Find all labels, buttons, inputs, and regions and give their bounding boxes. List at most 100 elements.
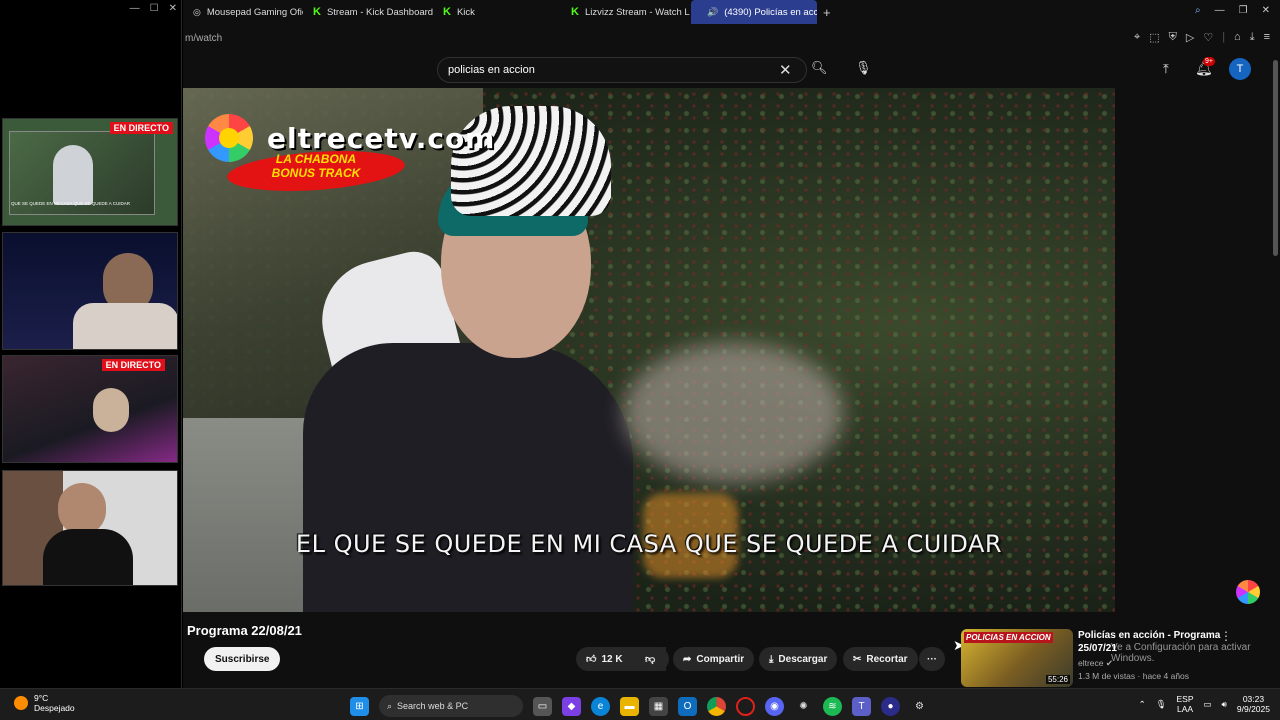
copilot-icon[interactable]: ◆ bbox=[562, 696, 581, 716]
close-icon[interactable]: ✕ bbox=[1262, 5, 1270, 16]
restore-icon[interactable]: ❐ bbox=[1239, 5, 1248, 16]
stream-overlay-panel: — ☐ ✕ QUE SE QUEDE EN MI CASA QUE SE QUE… bbox=[0, 0, 182, 688]
address-bar[interactable]: m/watch bbox=[183, 24, 1280, 52]
subscribe-button[interactable]: Suscribirse bbox=[204, 647, 281, 671]
share-icon: ➦ bbox=[683, 653, 692, 665]
weather-widget[interactable]: 9°C Despejado bbox=[14, 693, 75, 713]
screenshot-icon[interactable]: ⬚ bbox=[1149, 31, 1159, 44]
account-avatar[interactable]: T bbox=[1229, 58, 1251, 80]
file-explorer-icon[interactable]: ▬ bbox=[620, 696, 639, 716]
close-icon[interactable]: ✕ bbox=[169, 3, 177, 14]
discord-icon[interactable]: ◉ bbox=[765, 696, 784, 716]
banner-line-1: LA CHABONA bbox=[275, 152, 357, 166]
microphone-icon[interactable]: 🎙︎ bbox=[1156, 699, 1167, 710]
person-jacket bbox=[303, 343, 633, 612]
video-duration: 55:26 bbox=[1045, 675, 1070, 684]
pin-icon[interactable]: ⌖ bbox=[1134, 31, 1140, 44]
opera-icon[interactable] bbox=[736, 696, 755, 716]
minimize-icon[interactable]: — bbox=[130, 3, 140, 14]
download-icon: ⤓ bbox=[769, 653, 774, 665]
search-icon[interactable]: 🔍︎ bbox=[811, 60, 828, 76]
verified-icon: ✔ bbox=[1105, 658, 1114, 668]
outlook-icon[interactable]: O bbox=[678, 696, 697, 716]
window-controls[interactable]: — ☐ ✕ bbox=[130, 3, 177, 14]
recommended-thumbnail[interactable]: POLICIAS EN ACCION 55:26 bbox=[961, 629, 1073, 687]
maximize-icon[interactable]: ☐ bbox=[150, 3, 159, 14]
thumbnail-label: POLICIAS EN ACCION bbox=[964, 632, 1053, 643]
obs-icon[interactable]: ● bbox=[881, 696, 900, 716]
download-icon[interactable]: ⤓ bbox=[1250, 31, 1255, 44]
speaker-icon[interactable]: 🔊 bbox=[707, 7, 718, 18]
eltrece-corner-icon bbox=[1236, 580, 1260, 604]
video-player[interactable]: eltrecetv.com LA CHABONA BONUS TRACK EL … bbox=[183, 88, 1115, 612]
streamer-3-body bbox=[43, 529, 133, 585]
recommended-stats: 1.3 M de vistas · hace 4 años bbox=[1078, 671, 1190, 681]
logo-text: eltrecetv.com bbox=[267, 122, 496, 155]
search-input[interactable]: policias en accion bbox=[437, 57, 807, 83]
store-icon[interactable]: ▦ bbox=[649, 696, 668, 716]
browser-toolbar-icons: ⌖ ⬚ ⛨ ▷ ♡ | ⌂ ⤓ ≡ bbox=[1134, 31, 1270, 44]
search-query-text[interactable]: policias en accion bbox=[448, 64, 535, 76]
spotify-icon[interactable]: ≋ bbox=[823, 696, 842, 716]
tab-kick[interactable]: K Kick bbox=[433, 0, 561, 24]
upload-icon[interactable]: ⤒ bbox=[1163, 61, 1169, 77]
shield-icon[interactable]: ⛨ bbox=[1169, 31, 1177, 44]
taskbar-search-label: Search web & PC bbox=[397, 701, 469, 711]
search-tabs-icon[interactable]: ⌕ bbox=[1195, 5, 1201, 16]
browser-window-controls: ⌕ — ❐ ✕ bbox=[1195, 5, 1270, 16]
tab-youtube-active[interactable]: 🔊 (4390) Policías en acci bbox=[691, 0, 817, 24]
notifications-badge: 9+ bbox=[1203, 57, 1215, 66]
chatgpt-icon[interactable]: ✺ bbox=[794, 697, 813, 716]
edge-icon[interactable]: e bbox=[591, 696, 610, 716]
clear-search-icon[interactable]: ✕ bbox=[779, 61, 792, 79]
preview-figure bbox=[53, 145, 93, 205]
share-button[interactable]: ➦ Compartir bbox=[673, 647, 755, 671]
wallet-icon[interactable]: ⌂ bbox=[1234, 31, 1241, 44]
right-side-pane bbox=[1115, 88, 1280, 612]
network-icon[interactable]: ▭ bbox=[1204, 699, 1212, 710]
menu-icon[interactable]: ≡ bbox=[1264, 31, 1270, 44]
clip-button[interactable]: ✂ Recortar bbox=[843, 647, 918, 671]
url-text[interactable]: m/watch bbox=[183, 33, 222, 44]
settings-gear-icon[interactable]: ⚙ bbox=[910, 697, 929, 716]
microphone-icon[interactable]: 🎙︎ bbox=[855, 60, 872, 76]
streamer-2-bg bbox=[3, 356, 177, 462]
recommended-title-line-1: Policías en acción - Programa bbox=[1078, 630, 1221, 641]
tab-label: Kick bbox=[456, 6, 475, 18]
clock[interactable]: 03:23 9/9/2025 bbox=[1237, 694, 1270, 714]
tab-kick-dashboard[interactable]: K Stream - Kick Dashboard bbox=[303, 0, 433, 24]
heart-icon[interactable]: ♡ bbox=[1203, 31, 1213, 44]
teams-icon[interactable]: T bbox=[852, 696, 871, 716]
stream-preview-cam: QUE SE QUEDE EN MI CASA QUE SE QUEDE A C… bbox=[2, 118, 178, 226]
weather-temp: 9°C bbox=[34, 693, 49, 703]
new-tab-button[interactable]: + bbox=[817, 5, 831, 20]
dislike-button[interactable]: 👎︎ bbox=[635, 647, 669, 671]
task-view-icon[interactable]: ▭ bbox=[533, 696, 552, 716]
taskbar-search[interactable]: ⌕ Search web & PC bbox=[379, 695, 523, 717]
tab-mousepad[interactable]: ◎ Mousepad Gaming Oficin bbox=[183, 0, 303, 24]
channel-logo-overlay: eltrecetv.com LA CHABONA BONUS TRACK bbox=[205, 112, 505, 197]
share-label: Compartir bbox=[696, 653, 745, 665]
tab-lizvizz[interactable]: K Lizvizz Stream - Watch L bbox=[561, 0, 691, 24]
chrome-icon[interactable] bbox=[707, 696, 726, 716]
language-indicator[interactable]: ESP LAA bbox=[1177, 694, 1194, 714]
tab-label: Lizvizz Stream - Watch L bbox=[584, 6, 690, 18]
separator: | bbox=[1222, 31, 1226, 43]
tab-label: Mousepad Gaming Oficin bbox=[206, 6, 303, 18]
windows-start-icon[interactable]: ⊞ bbox=[350, 696, 369, 716]
download-button[interactable]: ⤓ Descargar bbox=[759, 647, 838, 671]
motion-blur-hand bbox=[623, 343, 843, 483]
weather-sun-icon bbox=[14, 696, 28, 710]
minimize-icon[interactable]: — bbox=[1215, 5, 1225, 16]
video-subtitle: EL QUE SE QUEDE EN MI CASA QUE SE QUEDE … bbox=[295, 530, 1003, 558]
volume-icon[interactable]: 🔊︎ bbox=[1222, 699, 1227, 710]
recommended-more-icon[interactable]: ⋮ bbox=[1220, 629, 1232, 643]
more-actions-button[interactable]: ··· bbox=[919, 647, 945, 671]
channel-name[interactable]: eltrece bbox=[1078, 658, 1104, 668]
streamer-3-face bbox=[58, 483, 106, 535]
page-scrollbar[interactable] bbox=[1273, 60, 1278, 256]
live-badge: EN DIRECTO bbox=[101, 359, 165, 371]
tray-chevron-icon[interactable]: ⌃ bbox=[1139, 699, 1146, 710]
play-icon[interactable]: ▷ bbox=[1186, 31, 1194, 44]
live-badge: EN DIRECTO bbox=[109, 122, 173, 134]
